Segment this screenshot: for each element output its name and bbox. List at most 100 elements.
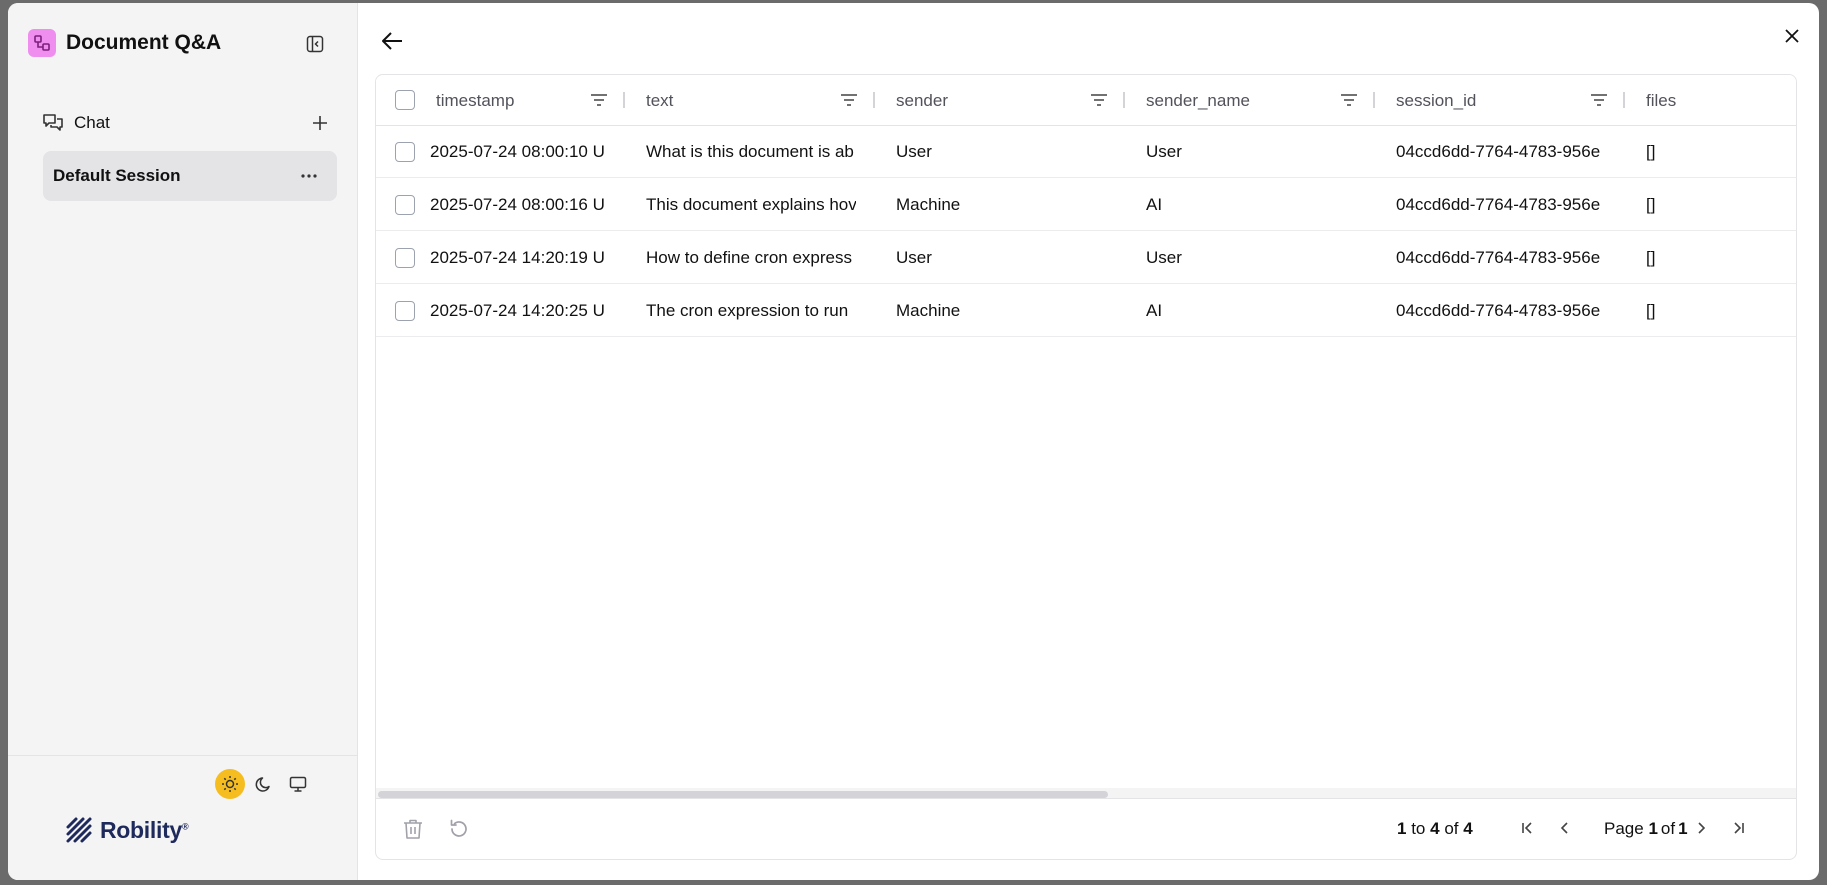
- app-logo-icon: [28, 29, 56, 57]
- refresh-icon: [450, 819, 467, 837]
- robility-text: Robility: [100, 816, 182, 843]
- select-all-checkbox[interactable]: [395, 90, 415, 110]
- trash-icon: [404, 819, 422, 839]
- chat-label: Chat: [74, 113, 110, 132]
- pagination-summary: 1 to 4 of 4: [1397, 819, 1473, 839]
- cell-timestamp: 2025-07-24 08:00:10 U: [430, 142, 605, 161]
- table-row[interactable]: 2025-07-24 08:00:10 U What is this docum…: [376, 126, 1796, 178]
- column-resize-handle[interactable]: [1373, 92, 1375, 108]
- table-footer: 1 to 4 of 4 Page 1 of 1: [376, 798, 1796, 859]
- header-text[interactable]: text: [646, 75, 673, 126]
- app-title: Document Q&A: [66, 31, 222, 54]
- cell-sender-name: AI: [1146, 195, 1163, 214]
- chevron-left-icon: [1560, 822, 1568, 834]
- delete-button[interactable]: [400, 816, 426, 842]
- close-button[interactable]: [1779, 23, 1805, 49]
- column-resize-handle[interactable]: [623, 92, 625, 108]
- collapse-sidebar-button[interactable]: [304, 33, 326, 55]
- next-page-button[interactable]: [1689, 816, 1713, 840]
- header-sender[interactable]: sender: [896, 75, 948, 126]
- row-checkbox[interactable]: [395, 248, 415, 268]
- cell-session-id: 04ccd6dd-7764-4783-956e: [1396, 248, 1601, 267]
- page-current: 1: [1648, 819, 1658, 838]
- pager-total: 4: [1463, 819, 1473, 838]
- row-checkbox[interactable]: [395, 195, 415, 215]
- header-session-id[interactable]: session_id: [1396, 75, 1476, 126]
- session-item-default[interactable]: Default Session: [43, 151, 337, 201]
- header-files[interactable]: files: [1646, 75, 1676, 126]
- horizontal-scrollbar-thumb[interactable]: [378, 791, 1108, 798]
- cell-sender-name: User: [1146, 142, 1182, 161]
- refresh-button[interactable]: [446, 816, 472, 842]
- plus-icon: [313, 116, 327, 130]
- header-timestamp[interactable]: timestamp: [436, 75, 514, 126]
- filter-icon[interactable]: [1090, 91, 1108, 109]
- previous-page-button[interactable]: [1553, 816, 1577, 840]
- filter-icon[interactable]: [590, 91, 608, 109]
- column-resize-handle[interactable]: [873, 92, 875, 108]
- sun-icon: [222, 776, 238, 792]
- app-window: Document Q&A Chat Default Session Robili…: [8, 3, 1819, 880]
- chevrons-first-icon: [1522, 822, 1532, 834]
- column-resize-handle[interactable]: [1623, 92, 1625, 108]
- last-page-button[interactable]: [1726, 816, 1750, 840]
- sidebar-divider: [8, 755, 357, 756]
- column-resize-handle[interactable]: [1123, 92, 1125, 108]
- main-panel: timestamp text sender sender_name sessio…: [358, 3, 1819, 880]
- close-icon: [1785, 29, 1799, 43]
- cell-session-id: 04ccd6dd-7764-4783-956e: [1396, 301, 1601, 320]
- cell-sender: User: [896, 142, 932, 161]
- filter-icon[interactable]: [1590, 91, 1608, 109]
- ellipsis-icon: [301, 174, 317, 178]
- cell-sender-name: AI: [1146, 301, 1163, 320]
- cell-files: []: [1646, 301, 1656, 320]
- row-checkbox[interactable]: [395, 301, 415, 321]
- messages-table: timestamp text sender sender_name sessio…: [375, 74, 1797, 860]
- table-header: timestamp text sender sender_name sessio…: [376, 75, 1796, 126]
- cell-session-id: 04ccd6dd-7764-4783-956e: [1396, 195, 1601, 214]
- brand: Document Q&A: [28, 29, 221, 57]
- moon-icon: [255, 777, 270, 792]
- cell-text: What is this document is ab: [646, 142, 854, 161]
- filter-icon[interactable]: [840, 91, 858, 109]
- theme-light-button[interactable]: [215, 769, 245, 799]
- pager-to-word: to: [1411, 819, 1426, 838]
- table-row[interactable]: 2025-07-24 14:20:19 U How to define cron…: [376, 232, 1796, 284]
- session-label: Default Session: [53, 166, 181, 185]
- session-more-button[interactable]: [297, 164, 321, 188]
- theme-switcher: [215, 769, 317, 799]
- cell-sender: Machine: [896, 301, 961, 320]
- messages-icon: [43, 114, 63, 131]
- page-indicator: Page 1 of 1: [1604, 819, 1688, 839]
- panel-left-icon: [306, 35, 324, 53]
- robility-logo: Robility®: [64, 815, 189, 845]
- monitor-icon: [289, 776, 307, 792]
- cell-session-id: 04ccd6dd-7764-4783-956e: [1396, 142, 1601, 161]
- theme-dark-button[interactable]: [249, 769, 279, 799]
- cell-sender-name: User: [1146, 248, 1182, 267]
- registered-mark: ®: [181, 820, 189, 831]
- new-chat-button[interactable]: [308, 111, 332, 135]
- filter-icon[interactable]: [1340, 91, 1358, 109]
- header-sender-name[interactable]: sender_name: [1146, 75, 1250, 126]
- first-page-button[interactable]: [1516, 816, 1540, 840]
- page-word: Page: [1604, 819, 1644, 838]
- pager-of-word: of: [1444, 819, 1459, 838]
- table-row[interactable]: 2025-07-24 14:20:25 U The cron expressio…: [376, 285, 1796, 337]
- cell-timestamp: 2025-07-24 14:20:25 U: [430, 301, 605, 320]
- arrow-left-icon: [382, 32, 402, 50]
- cell-sender: Machine: [896, 195, 961, 214]
- theme-system-button[interactable]: [283, 769, 313, 799]
- cell-text: This document explains hov: [646, 195, 856, 214]
- row-checkbox[interactable]: [395, 142, 415, 162]
- back-button[interactable]: [378, 27, 406, 55]
- pager-from: 1: [1397, 819, 1407, 838]
- robility-mark-icon: [66, 817, 92, 843]
- page-total: 1: [1678, 819, 1688, 838]
- cell-text: The cron expression to run: [646, 301, 849, 320]
- sidebar: Document Q&A Chat Default Session Robili…: [8, 3, 358, 880]
- cell-files: []: [1646, 142, 1656, 161]
- chat-section: Chat: [42, 111, 332, 135]
- cell-timestamp: 2025-07-24 14:20:19 U: [430, 248, 605, 267]
- table-row[interactable]: 2025-07-24 08:00:16 U This document expl…: [376, 179, 1796, 231]
